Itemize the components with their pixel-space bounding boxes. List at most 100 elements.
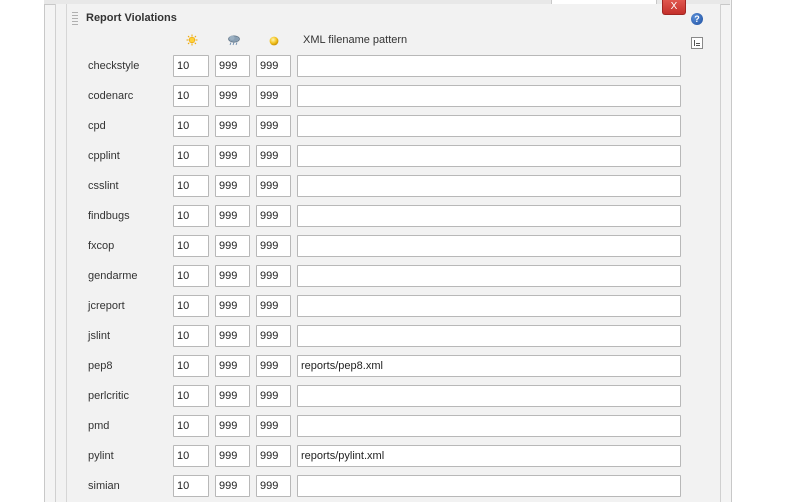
xml-filename-pattern-input[interactable] — [297, 115, 681, 137]
tool-label: pep8 — [88, 360, 113, 372]
xml-filename-pattern-input[interactable] — [297, 175, 681, 197]
unhealthy-threshold-input[interactable] — [215, 235, 250, 257]
unstable-threshold-input[interactable] — [256, 325, 291, 347]
unstable-threshold-input[interactable] — [256, 175, 291, 197]
xml-filename-pattern-input[interactable] — [297, 205, 681, 227]
unstable-threshold-input[interactable] — [256, 355, 291, 377]
violation-row-pep8: pep8 — [0, 355, 800, 385]
unstable-threshold-input[interactable] — [256, 295, 291, 317]
unstable-threshold-input[interactable] — [256, 415, 291, 437]
unhealthy-threshold-input[interactable] — [215, 385, 250, 407]
tool-label: jslint — [88, 330, 111, 342]
xml-filename-pattern-input[interactable] — [297, 235, 681, 257]
xml-filename-pattern-input[interactable] — [297, 355, 681, 377]
xml-filename-pattern-input[interactable] — [297, 415, 681, 437]
unhealthy-threshold-input[interactable] — [215, 205, 250, 227]
help-icon[interactable]: ? — [691, 13, 703, 25]
xml-filename-pattern-input[interactable] — [297, 295, 681, 317]
unstable-threshold-input[interactable] — [256, 235, 291, 257]
tool-label: pylint — [88, 450, 114, 462]
tool-label: cpplint — [88, 150, 120, 162]
section-title: Report Violations — [86, 12, 177, 24]
tool-label: fxcop — [88, 240, 115, 252]
healthy-threshold-input[interactable] — [173, 55, 209, 77]
unhealthy-threshold-input[interactable] — [215, 55, 250, 77]
healthy-threshold-input[interactable] — [173, 265, 209, 287]
violation-row-cpd: cpd — [0, 115, 800, 145]
unhealthy-threshold-input[interactable] — [215, 115, 250, 137]
violation-row-jcreport: jcreport — [0, 295, 800, 325]
tool-label: findbugs — [88, 210, 130, 222]
healthy-threshold-input[interactable] — [173, 445, 209, 467]
unstable-threshold-input[interactable] — [256, 205, 291, 227]
unstable-threshold-input[interactable] — [256, 55, 291, 77]
tree-structure-icon[interactable] — [691, 37, 703, 49]
healthy-threshold-input[interactable] — [173, 205, 209, 227]
xml-filename-pattern-input[interactable] — [297, 55, 681, 77]
tool-label: gendarme — [88, 270, 138, 282]
xml-filename-pattern-header: XML filename pattern — [303, 34, 408, 46]
unstable-threshold-input[interactable] — [256, 385, 291, 407]
healthy-threshold-input[interactable] — [173, 415, 209, 437]
healthy-threshold-input[interactable] — [173, 115, 209, 137]
xml-filename-pattern-input[interactable] — [297, 385, 681, 407]
tool-label: csslint — [88, 180, 119, 192]
unhealthy-threshold-input[interactable] — [215, 445, 250, 467]
violation-row-codenarc: codenarc — [0, 85, 800, 115]
violation-row-findbugs: findbugs — [0, 205, 800, 235]
sun-icon — [186, 34, 198, 46]
unhealthy-threshold-input[interactable] — [215, 295, 250, 317]
xml-filename-pattern-input[interactable] — [297, 475, 681, 497]
violation-row-pylint: pylint — [0, 445, 800, 475]
healthy-threshold-input[interactable] — [173, 325, 209, 347]
healthy-threshold-input[interactable] — [173, 235, 209, 257]
violation-row-gendarme: gendarme — [0, 265, 800, 295]
drag-handle-icon[interactable] — [72, 12, 78, 26]
xml-filename-pattern-input[interactable] — [297, 445, 681, 467]
healthy-threshold-input[interactable] — [173, 355, 209, 377]
tool-label: pmd — [88, 420, 110, 432]
tool-label: jcreport — [88, 300, 125, 312]
unhealthy-threshold-input[interactable] — [215, 265, 250, 287]
unhealthy-threshold-input[interactable] — [215, 325, 250, 347]
violation-row-simian: simian — [0, 475, 800, 502]
violation-row-cpplint: cpplint — [0, 145, 800, 175]
violation-row-pmd: pmd — [0, 415, 800, 445]
violation-row-perlcritic: perlcritic — [0, 385, 800, 415]
healthy-threshold-input[interactable] — [173, 175, 209, 197]
unhealthy-threshold-input[interactable] — [215, 175, 250, 197]
unhealthy-threshold-input[interactable] — [215, 415, 250, 437]
healthy-threshold-input[interactable] — [173, 145, 209, 167]
tool-label: checkstyle — [88, 60, 140, 72]
healthy-threshold-input[interactable] — [173, 295, 209, 317]
unstable-threshold-input[interactable] — [256, 145, 291, 167]
unhealthy-threshold-input[interactable] — [215, 475, 250, 497]
violation-row-csslint: csslint — [0, 175, 800, 205]
xml-filename-pattern-input[interactable] — [297, 265, 681, 287]
yellow-orb-icon — [268, 34, 280, 46]
unhealthy-threshold-input[interactable] — [215, 145, 250, 167]
unstable-threshold-input[interactable] — [256, 445, 291, 467]
unstable-threshold-input[interactable] — [256, 475, 291, 497]
delete-button[interactable]: X — [662, 0, 686, 15]
tool-label: perlcritic — [88, 390, 129, 402]
tool-label: simian — [88, 480, 120, 492]
healthy-threshold-input[interactable] — [173, 385, 209, 407]
tool-label: cpd — [88, 120, 106, 132]
unhealthy-threshold-input[interactable] — [215, 355, 250, 377]
unstable-threshold-input[interactable] — [256, 115, 291, 137]
violation-row-fxcop: fxcop — [0, 235, 800, 265]
page: Report Violations X ? XML filename patte… — [0, 0, 800, 502]
cloud-storm-icon — [227, 34, 240, 46]
healthy-threshold-input[interactable] — [173, 475, 209, 497]
xml-filename-pattern-input[interactable] — [297, 325, 681, 347]
xml-filename-pattern-input[interactable] — [297, 145, 681, 167]
violation-row-checkstyle: checkstyle — [0, 55, 800, 85]
healthy-threshold-input[interactable] — [173, 85, 209, 107]
tool-label: codenarc — [88, 90, 134, 102]
xml-filename-pattern-input[interactable] — [297, 85, 681, 107]
unstable-threshold-input[interactable] — [256, 265, 291, 287]
unhealthy-threshold-input[interactable] — [215, 85, 250, 107]
violation-row-jslint: jslint — [0, 325, 800, 355]
unstable-threshold-input[interactable] — [256, 85, 291, 107]
